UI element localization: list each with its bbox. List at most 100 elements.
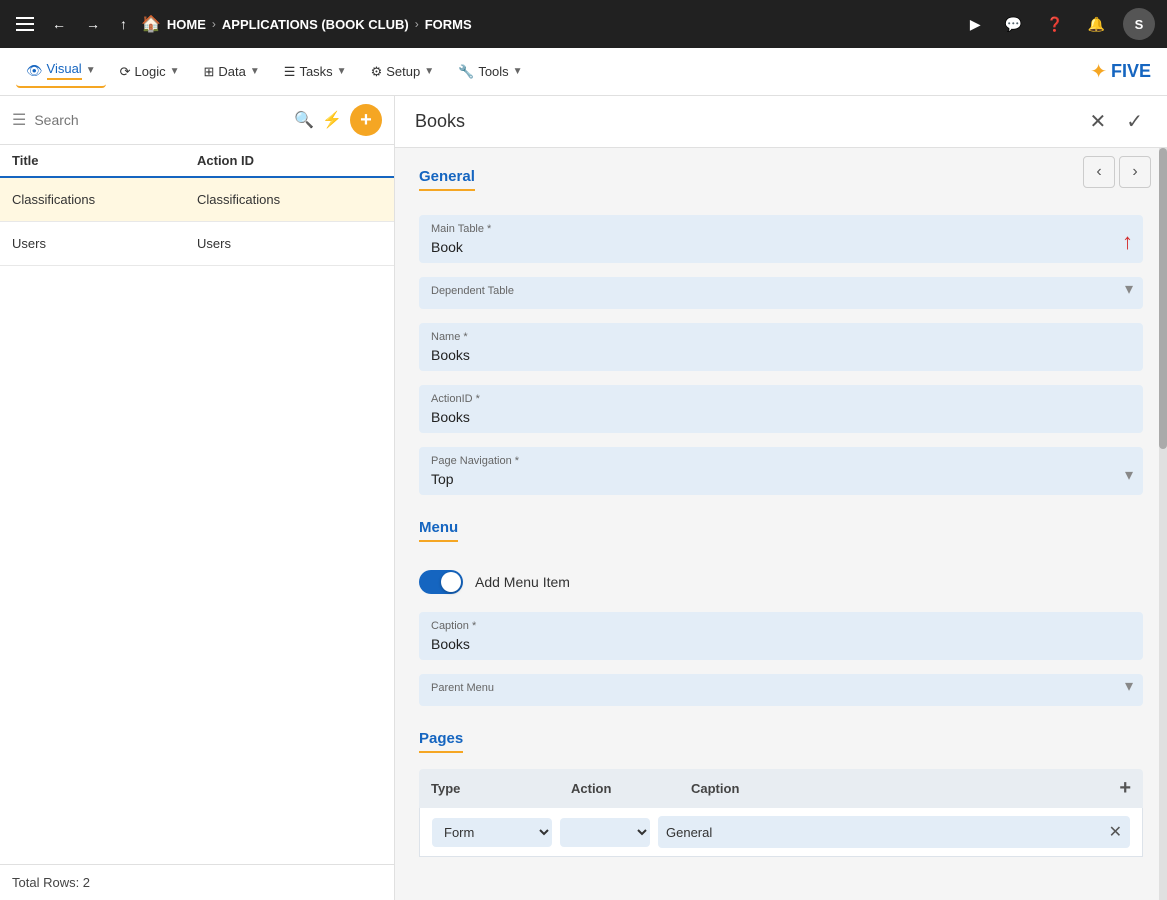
- data-caret: ▼: [250, 66, 260, 77]
- pages-table-header: Type Action Caption +: [419, 769, 1143, 808]
- setup-icon: ⚙: [371, 64, 383, 80]
- toolbar-tasks[interactable]: ☰ Tasks ▼: [274, 58, 357, 86]
- hamburger-menu[interactable]: [12, 13, 38, 35]
- pages-add-button[interactable]: +: [1119, 777, 1131, 800]
- col-caption-header: Caption: [691, 781, 1119, 796]
- page-action-select[interactable]: [560, 818, 650, 847]
- data-label: Data: [218, 64, 245, 79]
- five-logo-text: FIVE: [1111, 61, 1151, 82]
- play-button[interactable]: ▶: [964, 12, 987, 37]
- list-header: Title Action ID: [0, 145, 394, 178]
- tasks-caret: ▼: [337, 66, 347, 77]
- tools-label: Tools: [478, 64, 508, 79]
- page-type-select[interactable]: Form: [432, 818, 552, 847]
- tasks-label: Tasks: [299, 64, 332, 79]
- dropdown-arrow-icon[interactable]: ▾: [1125, 279, 1133, 299]
- app-label[interactable]: APPLICATIONS (BOOK CLUB): [222, 17, 409, 32]
- parent-menu-label: Parent Menu: [431, 682, 1131, 694]
- name-label: Name *: [431, 331, 1131, 343]
- top-nav-right: ▶ 💬 ❓ 🔔 S: [964, 8, 1155, 40]
- toggle-knob: [441, 572, 461, 592]
- home-icon: 🏠: [141, 14, 161, 34]
- item-title-0: Classifications: [12, 192, 197, 207]
- name-field[interactable]: Name * Books: [419, 323, 1143, 371]
- five-logo: ✦ FIVE: [1090, 59, 1151, 84]
- add-menu-toggle[interactable]: [419, 570, 463, 594]
- add-button[interactable]: +: [350, 104, 382, 136]
- right-panel: Books ✕ ✓ ‹ › General Main Table * Book …: [395, 96, 1167, 900]
- setup-label: Setup: [386, 64, 420, 79]
- col-type-header: Type: [431, 781, 571, 796]
- caption-field[interactable]: Caption * Books: [419, 612, 1143, 660]
- toolbar-tools[interactable]: 🔧 Tools ▼: [448, 58, 532, 86]
- logic-caret: ▼: [170, 66, 180, 77]
- back-button[interactable]: ←: [46, 12, 72, 36]
- page-nav-arrow-icon[interactable]: ▾: [1125, 465, 1133, 485]
- eye-icon: 👁: [26, 63, 43, 79]
- action-id-field[interactable]: ActionID * Books: [419, 385, 1143, 433]
- caption-value: Books: [431, 636, 1131, 652]
- close-button[interactable]: ✕: [1085, 105, 1110, 138]
- next-arrow-button[interactable]: ›: [1119, 156, 1151, 188]
- top-navigation: ← → ↑ 🏠 HOME › APPLICATIONS (BOOK CLUB) …: [0, 0, 1167, 48]
- form-header: Books ✕ ✓: [395, 96, 1167, 148]
- home-label[interactable]: HOME: [167, 17, 206, 32]
- setup-caret: ▼: [424, 66, 434, 77]
- nav-arrows: ‹ ›: [1083, 156, 1151, 188]
- notifications-button[interactable]: 🔔: [1082, 12, 1111, 37]
- menu-section-header[interactable]: Menu: [419, 519, 458, 542]
- search-bar: ☰ 🔍 ⚡ +: [0, 96, 394, 145]
- search-input[interactable]: [34, 112, 286, 128]
- dropdown-arrow-red-icon[interactable]: ↑: [1122, 229, 1133, 255]
- dependent-table-field[interactable]: Dependent Table ▾: [419, 277, 1143, 309]
- toolbar-data[interactable]: ⊞ Data ▼: [194, 58, 270, 86]
- list-item[interactable]: Classifications Classifications: [0, 178, 394, 222]
- logic-label: Logic: [135, 64, 166, 79]
- page-caption-clear-button[interactable]: ✕: [1109, 822, 1122, 842]
- chat-button[interactable]: 💬: [999, 12, 1028, 37]
- page-nav-value: Top: [431, 471, 1131, 487]
- prev-arrow-button[interactable]: ‹: [1083, 156, 1115, 188]
- user-avatar[interactable]: S: [1123, 8, 1155, 40]
- breadcrumb: 🏠 HOME › APPLICATIONS (BOOK CLUB) › FORM…: [141, 14, 956, 34]
- pages-section-header[interactable]: Pages: [419, 730, 463, 753]
- confirm-button[interactable]: ✓: [1122, 105, 1147, 138]
- col-action-header: Action: [571, 781, 691, 796]
- tools-caret: ▼: [513, 66, 523, 77]
- visual-caret: ▼: [86, 65, 96, 76]
- main-table-field: Main Table * Book ↑: [419, 215, 1143, 263]
- help-button[interactable]: ❓: [1040, 12, 1069, 37]
- grid-icon: ⊞: [204, 64, 215, 80]
- page-caption-text: General: [666, 825, 1109, 840]
- pages-table-row: Form General ✕: [419, 808, 1143, 857]
- form-content: General Main Table * Book ↑ Dependent Ta…: [395, 148, 1167, 900]
- menu-section: Menu: [419, 519, 1143, 546]
- forward-button[interactable]: →: [80, 12, 106, 36]
- tools-icon: 🔧: [458, 64, 474, 80]
- action-id-label: ActionID *: [431, 393, 1131, 405]
- list-item[interactable]: Users Users: [0, 222, 394, 266]
- forms-label[interactable]: FORMS: [425, 17, 472, 32]
- form-title: Books: [415, 111, 1085, 132]
- parent-menu-field[interactable]: Parent Menu ▾: [419, 674, 1143, 706]
- breadcrumb-arrow-1: ›: [212, 17, 216, 31]
- up-button[interactable]: ↑: [114, 12, 133, 36]
- page-nav-field[interactable]: Page Navigation * Top ▾: [419, 447, 1143, 495]
- parent-menu-arrow-icon[interactable]: ▾: [1125, 676, 1133, 696]
- visual-label: Visual: [47, 61, 82, 80]
- left-panel: ☰ 🔍 ⚡ + Title Action ID Classifications …: [0, 96, 395, 900]
- menu-icon: ☰: [12, 110, 26, 130]
- toolbar-logic[interactable]: ⟳ Logic ▼: [110, 58, 190, 86]
- logic-icon: ⟳: [120, 64, 131, 80]
- name-value: Books: [431, 347, 1131, 363]
- general-section-header[interactable]: General: [419, 168, 475, 191]
- item-action-0: Classifications: [197, 192, 382, 207]
- toolbar-setup[interactable]: ⚙ Setup ▼: [361, 58, 445, 86]
- dependent-table-label: Dependent Table: [431, 285, 1131, 297]
- toolbar-visual[interactable]: 👁 Visual ▼: [16, 55, 106, 88]
- header-actions: ✕ ✓: [1085, 105, 1147, 138]
- action-id-value: Books: [431, 409, 1131, 425]
- scrollbar[interactable]: [1159, 148, 1167, 900]
- main-table-value: Book: [431, 239, 1131, 255]
- tasks-icon: ☰: [284, 64, 296, 80]
